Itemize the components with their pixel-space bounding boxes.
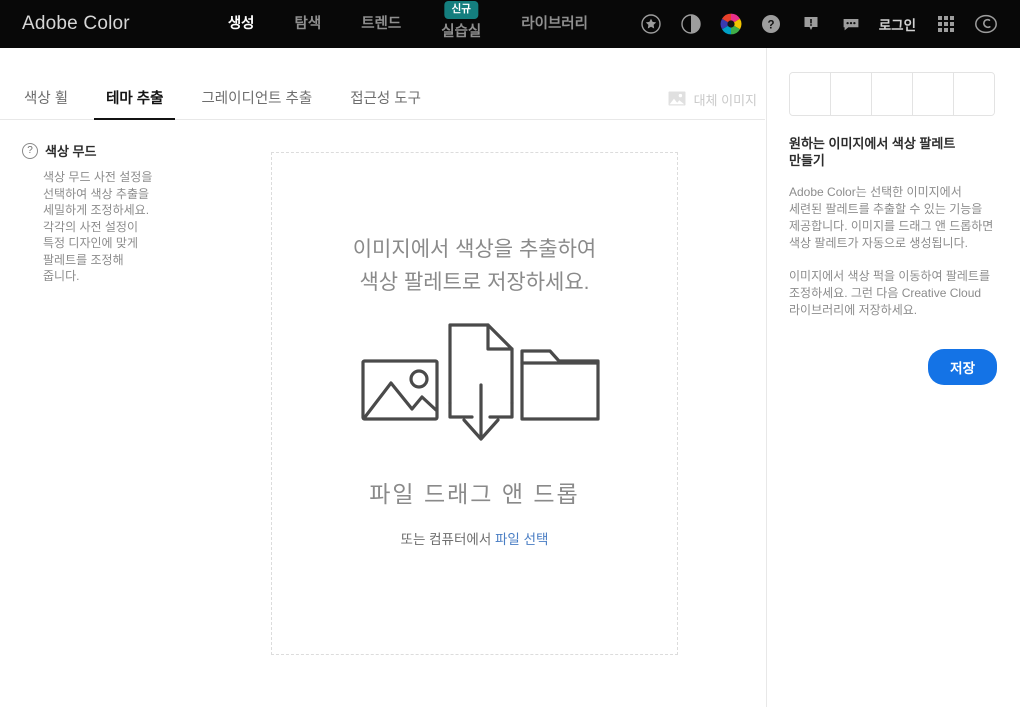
swatch-3[interactable] [872, 73, 913, 115]
color-mood-title: 색상 무드 [45, 144, 97, 159]
dropzone-subtext-prefix: 또는 컴퓨터에서 [400, 532, 495, 547]
tab-accessibility-tools[interactable]: 접근성 도구 [338, 87, 433, 119]
tab-extract-gradient[interactable]: 그레이디언트 추출 [189, 87, 324, 119]
tab-color-wheel[interactable]: 색상 휠 [12, 87, 80, 119]
save-button-row: 저장 [789, 349, 997, 385]
image-placeholder-icon [668, 91, 686, 109]
nav-item-labs[interactable]: 신규 실습실 [421, 0, 501, 48]
top-header-bar: Adobe Color 생성 탐색 트렌드 신규 실습실 라이브러리 ? 로그인 [0, 0, 1020, 48]
app-grid-glyph [938, 16, 954, 32]
swatch-2[interactable] [831, 73, 872, 115]
save-button[interactable]: 저장 [928, 349, 997, 385]
header-actions: ? 로그인 [631, 0, 1020, 48]
folder-icon [519, 349, 600, 421]
new-badge: 신규 [444, 1, 478, 19]
color-mood-sidebar: ? 색상 무드 색상 무드 사전 설정을 선택하여 색상 추출을 세밀하게 조정… [0, 121, 250, 285]
tab-extract-theme[interactable]: 테마 추출 [94, 87, 176, 120]
right-panel-title: 원하는 이미지에서 색상 팔레트 만들기 [789, 136, 956, 168]
tab-accessibility-tools-label: 접근성 도구 [350, 91, 421, 107]
swatch-5[interactable] [954, 73, 994, 115]
swatch-4[interactable] [913, 73, 954, 115]
tab-color-wheel-label: 색상 휠 [24, 91, 69, 107]
nav-item-library-label: 라이브러리 [521, 16, 588, 32]
secondary-tab-bar: 색상 휠 테마 추출 그레이디언트 추출 접근성 도구 대체 이미지 [0, 48, 765, 120]
tab-extract-gradient-label: 그레이디언트 추출 [201, 91, 313, 107]
image-icon [360, 359, 439, 421]
contrast-icon[interactable] [676, 9, 706, 39]
swatch-1[interactable] [790, 73, 831, 115]
dropzone-subtext: 또는 컴퓨터에서 파일 선택 [401, 528, 549, 548]
login-link[interactable]: 로그인 [879, 14, 916, 34]
feedback-icon[interactable] [796, 9, 826, 39]
help-icon[interactable]: ? [756, 9, 786, 39]
image-dropzone[interactable]: 이미지에서 색상을 추출하여 색상 팔레트로 저장하세요. 파일 드래그 앤 드… [271, 152, 678, 655]
app-grid-icon[interactable] [931, 9, 961, 39]
nav-item-explore[interactable]: 탐색 [275, 0, 342, 48]
document-download-icon [447, 323, 514, 441]
dropzone-illustration [345, 313, 605, 453]
right-info-panel: 원하는 이미지에서 색상 팔레트 만들기 Adobe Color는 선택한 이미… [766, 48, 1020, 707]
primary-nav: 생성 탐색 트렌드 신규 실습실 라이브러리 [208, 0, 608, 48]
nav-item-create[interactable]: 생성 [208, 0, 275, 48]
brand-logo-text[interactable]: Adobe Color [22, 13, 130, 35]
color-mood-description: 색상 무드 사전 설정을 선택하여 색상 추출을 세밀하게 조정하세요. 각각의… [43, 170, 153, 283]
color-wheel-icon[interactable] [716, 9, 746, 39]
palette-swatch-strip [789, 72, 995, 116]
nav-item-labs-label: 실습실 [441, 24, 482, 40]
question-mark-icon[interactable]: ? [22, 142, 38, 159]
nav-item-explore-label: 탐색 [294, 16, 322, 32]
nav-item-library[interactable]: 라이브러리 [501, 0, 608, 48]
nav-item-trends-label: 트렌드 [361, 16, 402, 32]
svg-text:?: ? [767, 19, 774, 31]
creative-cloud-icon[interactable] [971, 9, 1001, 39]
nav-item-trends[interactable]: 트렌드 [341, 0, 421, 48]
tab-extract-theme-label: 테마 추출 [106, 91, 164, 107]
alternate-image-button[interactable]: 대체 이미지 [668, 90, 757, 119]
star-icon[interactable] [636, 9, 666, 39]
alternate-image-label: 대체 이미지 [693, 93, 757, 108]
choose-file-link[interactable]: 파일 선택 [495, 532, 548, 547]
right-panel-paragraph-2: 이미지에서 색상 퍽을 이동하여 팔레트를 조정하세요. 그런 다음 Creat… [789, 269, 991, 317]
dropzone-headline: 이미지에서 색상을 추출하여 색상 팔레트로 저장하세요. [352, 238, 597, 294]
dropzone-drag-label: 파일 드래그 앤 드롭 [369, 481, 580, 507]
nav-item-create-label: 생성 [227, 16, 255, 32]
right-panel-paragraph-1: Adobe Color는 선택한 이미지에서 세련된 팔레트를 추출할 수 있는… [789, 185, 994, 250]
color-mood-header: ? 색상 무드 [22, 141, 250, 160]
comment-icon[interactable] [836, 9, 866, 39]
